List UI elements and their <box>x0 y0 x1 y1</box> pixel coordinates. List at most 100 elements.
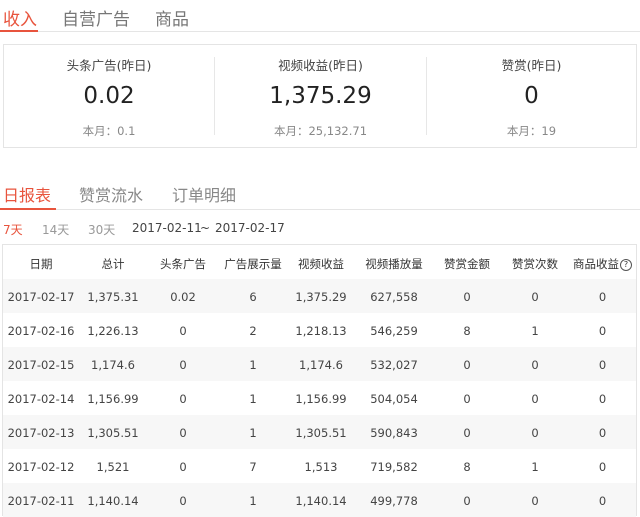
col-ad-impressions: 广告展示量 <box>224 257 282 271</box>
date-range-end[interactable]: 2017-02-17 <box>215 221 285 235</box>
stat-label: 赞赏(昨日) <box>501 58 562 73</box>
cell-product-income: 0 <box>598 358 607 372</box>
cell-product-income: 0 <box>598 324 607 338</box>
cell-date: 2017-02-14 <box>7 392 75 406</box>
cell-ad-impressions: 1 <box>249 392 257 406</box>
tab-self-ads[interactable]: 自营广告 <box>62 5 130 30</box>
table-row: 2017-02-14 1,156.99 0 1 1,156.99 504,054 0 0 0 <box>3 381 636 415</box>
cell-tip-amount: 0 <box>463 392 471 406</box>
cell-video-income: 1,375.29 <box>295 290 347 304</box>
tab-order-details[interactable]: 订单明细 <box>172 182 236 206</box>
cell-product-income: 0 <box>598 392 607 406</box>
stat-label: 头条广告(昨日) <box>66 58 152 73</box>
table-row: 2017-02-11 1,140.14 0 1 1,140.14 499,778 0 0 0 <box>3 483 636 517</box>
range-30-days[interactable]: 30天 <box>88 221 115 238</box>
cell-tip-count: 1 <box>531 324 539 338</box>
cell-tip-count: 0 <box>531 392 539 406</box>
cell-date: 2017-02-11 <box>7 494 75 508</box>
col-product-income-label: 商品收益 <box>573 257 619 271</box>
col-video-plays: 视频播放量 <box>365 257 423 271</box>
cell-tip-amount: 0 <box>463 290 471 304</box>
table-row: 2017-02-17 1,375.31 0.02 6 1,375.29 627,558 0 0… <box>3 279 636 313</box>
table-row: 2017-02-16 1,226.13 0 2 1,218.13 546,259 8 1 0 <box>3 313 636 347</box>
cell-tip-amount: 0 <box>463 426 471 440</box>
cell-tip-count: 0 <box>531 358 539 372</box>
cell-product-income: 0 <box>598 426 607 440</box>
table-row: 2017-02-12 1,521 0 7 1,513 719,582 8 1 0 <box>3 449 636 483</box>
cell-date: 2017-02-17 <box>7 290 75 304</box>
cell-total: 1,375.31 <box>87 290 139 304</box>
stat-value: 0 <box>524 83 539 109</box>
cell-tip-count: 1 <box>531 460 539 474</box>
cell-product-income: 0 <box>598 290 607 304</box>
col-video-income: 视频收益 <box>298 257 344 271</box>
tab-daily-report[interactable]: 日报表 <box>3 182 51 206</box>
cell-ad-impressions: 2 <box>249 324 257 338</box>
cell-toutiao-ads: 0 <box>179 392 187 406</box>
date-range-start[interactable]: 2017-02-11 <box>132 221 202 235</box>
date-range-separator: ~ <box>200 221 211 235</box>
cell-total: 1,174.6 <box>91 358 135 372</box>
stat-value: 0.02 <box>83 83 135 109</box>
question-circle-icon[interactable]: ? <box>620 259 632 271</box>
cell-tip-amount: 0 <box>463 494 471 508</box>
cell-toutiao-ads: 0 <box>179 426 187 440</box>
tab-divider <box>0 209 640 210</box>
tab-products[interactable]: 商品 <box>155 5 189 30</box>
cell-ad-impressions: 1 <box>249 494 257 508</box>
cell-date: 2017-02-15 <box>7 358 75 372</box>
cell-toutiao-ads: 0.02 <box>170 290 196 304</box>
col-tip-amount: 赞赏金额 <box>444 257 490 271</box>
stat-month: 本月：25,132.71 <box>273 124 368 138</box>
cell-date: 2017-02-13 <box>7 426 75 440</box>
cell-video-plays: 719,582 <box>370 460 418 474</box>
tab-active-indicator <box>0 30 38 32</box>
col-total: 总计 <box>101 257 125 271</box>
stat-toutiao-ads: 头条广告(昨日) 0.02 本月：0.1 <box>4 45 214 147</box>
cell-video-plays: 546,259 <box>370 324 418 338</box>
cell-video-income: 1,140.14 <box>295 494 347 508</box>
cell-video-plays: 627,558 <box>370 290 418 304</box>
cell-video-income: 1,218.13 <box>295 324 347 338</box>
col-toutiao-ads: 头条广告 <box>160 257 206 271</box>
cell-product-income: 0 <box>598 494 607 508</box>
stat-month: 本月：19 <box>506 124 557 138</box>
col-tip-count: 赞赏次数 <box>512 257 558 271</box>
cell-ad-impressions: 7 <box>249 460 257 474</box>
cell-tip-amount: 8 <box>463 460 471 474</box>
cell-video-plays: 504,054 <box>370 392 418 406</box>
summary-panel: 头条广告(昨日) 0.02 本月：0.1 视频收益(昨日) 1,375.29 本… <box>3 44 637 148</box>
cell-product-income: 0 <box>598 460 607 474</box>
tab-tips-flow[interactable]: 赞赏流水 <box>79 182 143 206</box>
stat-value: 1,375.29 <box>269 83 372 109</box>
stat-label: 视频收益(昨日) <box>278 58 363 73</box>
cell-total: 1,156.99 <box>87 392 139 406</box>
date-filter: 7天 14天 30天 2017-02-11 ~ 2017-02-17 <box>0 221 640 239</box>
daily-report-table: 日期 总计 头条广告 广告展示量 视频收益 视频播放量 赞赏金额 赞赏次数 商品… <box>2 244 637 517</box>
cell-total: 1,226.13 <box>87 324 139 338</box>
cell-date: 2017-02-12 <box>7 460 75 474</box>
table-header: 日期 总计 头条广告 广告展示量 视频收益 视频播放量 赞赏金额 赞赏次数 商品… <box>3 245 636 279</box>
cell-tip-amount: 8 <box>463 324 471 338</box>
range-14-days[interactable]: 14天 <box>42 221 69 238</box>
range-7-days[interactable]: 7天 <box>3 221 23 238</box>
cell-video-plays: 590,843 <box>370 426 418 440</box>
cell-ad-impressions: 1 <box>249 426 257 440</box>
cell-video-plays: 532,027 <box>370 358 418 372</box>
cell-ad-impressions: 1 <box>249 358 257 372</box>
cell-video-income: 1,513 <box>304 460 338 474</box>
cell-toutiao-ads: 0 <box>179 494 187 508</box>
tab-income[interactable]: 收入 <box>3 5 37 30</box>
cell-total: 1,140.14 <box>87 494 139 508</box>
stat-video-income: 视频收益(昨日) 1,375.29 本月：25,132.71 <box>215 45 426 147</box>
cell-toutiao-ads: 0 <box>179 324 187 338</box>
col-product-income: 商品收益? <box>569 256 636 272</box>
cell-toutiao-ads: 0 <box>179 460 187 474</box>
tab-active-indicator <box>0 208 56 210</box>
table-row: 2017-02-13 1,305.51 0 1 1,305.51 590,843 0 0 0 <box>3 415 636 449</box>
cell-tip-count: 0 <box>531 426 539 440</box>
stat-tips: 赞赏(昨日) 0 本月：19 <box>427 45 636 147</box>
col-date: 日期 <box>29 257 53 271</box>
cell-total: 1,305.51 <box>87 426 139 440</box>
tab-divider <box>0 31 640 32</box>
